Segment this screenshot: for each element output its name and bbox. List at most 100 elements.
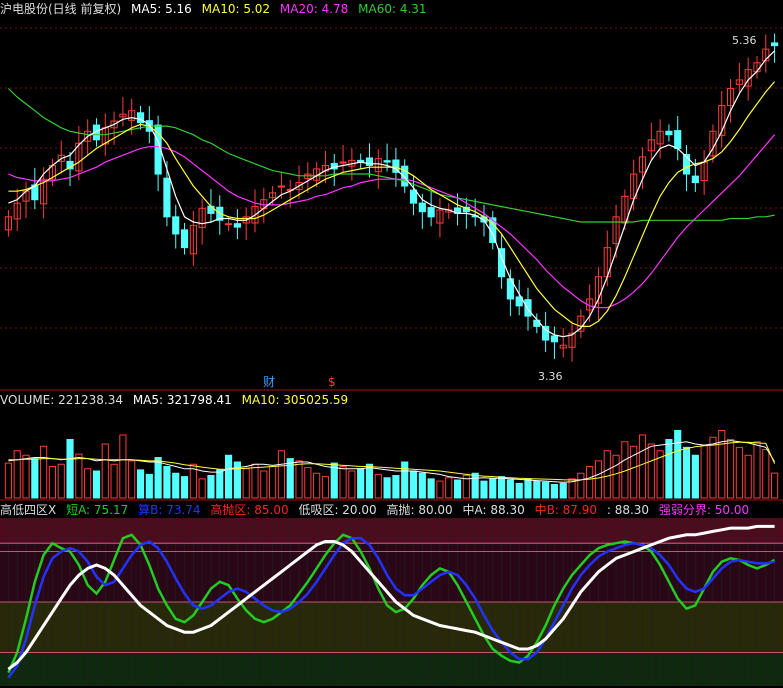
volume-bar bbox=[136, 469, 145, 499]
volume-bar bbox=[682, 446, 691, 499]
volume-bar bbox=[40, 445, 48, 499]
volume-bar bbox=[295, 460, 303, 499]
volume-bar bbox=[515, 482, 523, 499]
volume-bar bbox=[744, 454, 752, 499]
volume-bar bbox=[762, 449, 770, 499]
candle-body bbox=[674, 130, 682, 149]
volume-bar bbox=[542, 481, 550, 499]
volume-bar bbox=[691, 454, 699, 499]
indicator-series bbox=[0, 518, 783, 686]
volume-bar bbox=[506, 479, 514, 499]
volume-bar bbox=[251, 463, 259, 499]
volume-bar bbox=[216, 469, 224, 499]
volume-bar bbox=[110, 463, 118, 499]
volume-bar bbox=[374, 473, 382, 499]
volume-bar bbox=[392, 475, 400, 499]
volume-bar bbox=[207, 475, 215, 499]
volume-bar bbox=[550, 484, 559, 499]
volume-bar bbox=[638, 434, 647, 499]
volume-bar bbox=[453, 479, 462, 499]
volume-bar bbox=[524, 478, 532, 499]
volume-bar bbox=[735, 446, 743, 499]
volume-bar bbox=[418, 472, 426, 499]
volume-bar bbox=[22, 454, 30, 499]
high-price-label: 5.36 bbox=[732, 34, 757, 47]
volume-bar bbox=[647, 443, 655, 499]
volume-bar bbox=[409, 470, 418, 499]
volume-bar bbox=[489, 478, 497, 499]
stock-chart: 沪电股份(日线 前复权) MA5: 5.16 MA10: 5.02 MA20: … bbox=[0, 0, 783, 688]
candle-body bbox=[339, 161, 347, 164]
volume-bar bbox=[269, 466, 277, 499]
volume-bar bbox=[101, 443, 109, 499]
volume-bar bbox=[154, 457, 162, 499]
candle-body bbox=[418, 202, 426, 213]
volume-bar bbox=[66, 439, 74, 499]
volume-bar bbox=[145, 473, 153, 499]
candle-body bbox=[427, 207, 435, 218]
volume-ma5-line bbox=[8, 440, 776, 483]
volume-bar bbox=[128, 460, 136, 499]
candle-body bbox=[224, 223, 233, 226]
candle-body bbox=[233, 223, 241, 228]
volume-bar bbox=[313, 472, 321, 499]
volume-bar bbox=[198, 478, 206, 499]
volume-bar bbox=[445, 477, 453, 499]
volume-bar bbox=[586, 466, 594, 499]
volume-bar bbox=[365, 463, 374, 499]
candle-body bbox=[691, 175, 699, 184]
volume-bar bbox=[92, 470, 101, 499]
volume-bar bbox=[771, 472, 779, 499]
volume-bar bbox=[436, 480, 444, 499]
volume-bar bbox=[471, 472, 479, 499]
candle-body bbox=[550, 335, 559, 343]
volume-bar bbox=[674, 430, 682, 499]
finance-marker: 财 bbox=[263, 375, 275, 389]
volume-bar bbox=[665, 439, 673, 499]
volume-bar bbox=[84, 468, 92, 499]
volume-bar bbox=[401, 461, 409, 499]
volume-bar bbox=[163, 466, 171, 499]
chart-canvas: 5.36 3.36 财 $ bbox=[0, 27, 783, 686]
volume-bar bbox=[357, 468, 365, 499]
volume-bar bbox=[427, 478, 435, 499]
volume-bar bbox=[286, 458, 294, 499]
volume-bar bbox=[700, 444, 708, 499]
volume-bar bbox=[57, 463, 65, 499]
volume-bar bbox=[260, 470, 268, 499]
volume-bar bbox=[612, 454, 620, 499]
candle-body bbox=[542, 325, 550, 341]
dollar-marker: $ bbox=[328, 375, 336, 389]
volume-bar bbox=[594, 460, 603, 499]
volume-bar bbox=[718, 430, 726, 499]
volume-bar bbox=[577, 472, 585, 499]
low-price-label: 3.36 bbox=[538, 370, 563, 383]
volume-bar bbox=[4, 462, 12, 499]
volume-bar bbox=[348, 470, 356, 499]
volume-bar bbox=[603, 450, 611, 499]
volume-bar bbox=[180, 476, 189, 499]
ma5-line bbox=[8, 50, 776, 338]
candle-body bbox=[172, 216, 180, 235]
volume-bar bbox=[498, 476, 506, 499]
volume-bar bbox=[304, 467, 312, 499]
candle-body bbox=[383, 160, 391, 163]
volume-bar bbox=[480, 480, 488, 499]
candle-body bbox=[180, 229, 189, 249]
volume-bar bbox=[172, 472, 180, 499]
candle-body bbox=[277, 185, 285, 188]
candle-body bbox=[163, 177, 171, 218]
candle-body bbox=[771, 42, 779, 47]
volume-bar bbox=[31, 458, 39, 499]
volume-bar bbox=[277, 450, 285, 499]
volume-bar bbox=[383, 477, 391, 499]
volume-bar bbox=[13, 450, 21, 499]
volume-series bbox=[4, 430, 779, 499]
volume-bar bbox=[753, 441, 761, 499]
volume-bar bbox=[119, 434, 127, 499]
volume-bar bbox=[48, 466, 57, 499]
candle-body bbox=[524, 299, 532, 317]
indicator-zone-band bbox=[0, 652, 783, 686]
ma20-line bbox=[8, 134, 776, 309]
volume-bar bbox=[339, 466, 347, 499]
